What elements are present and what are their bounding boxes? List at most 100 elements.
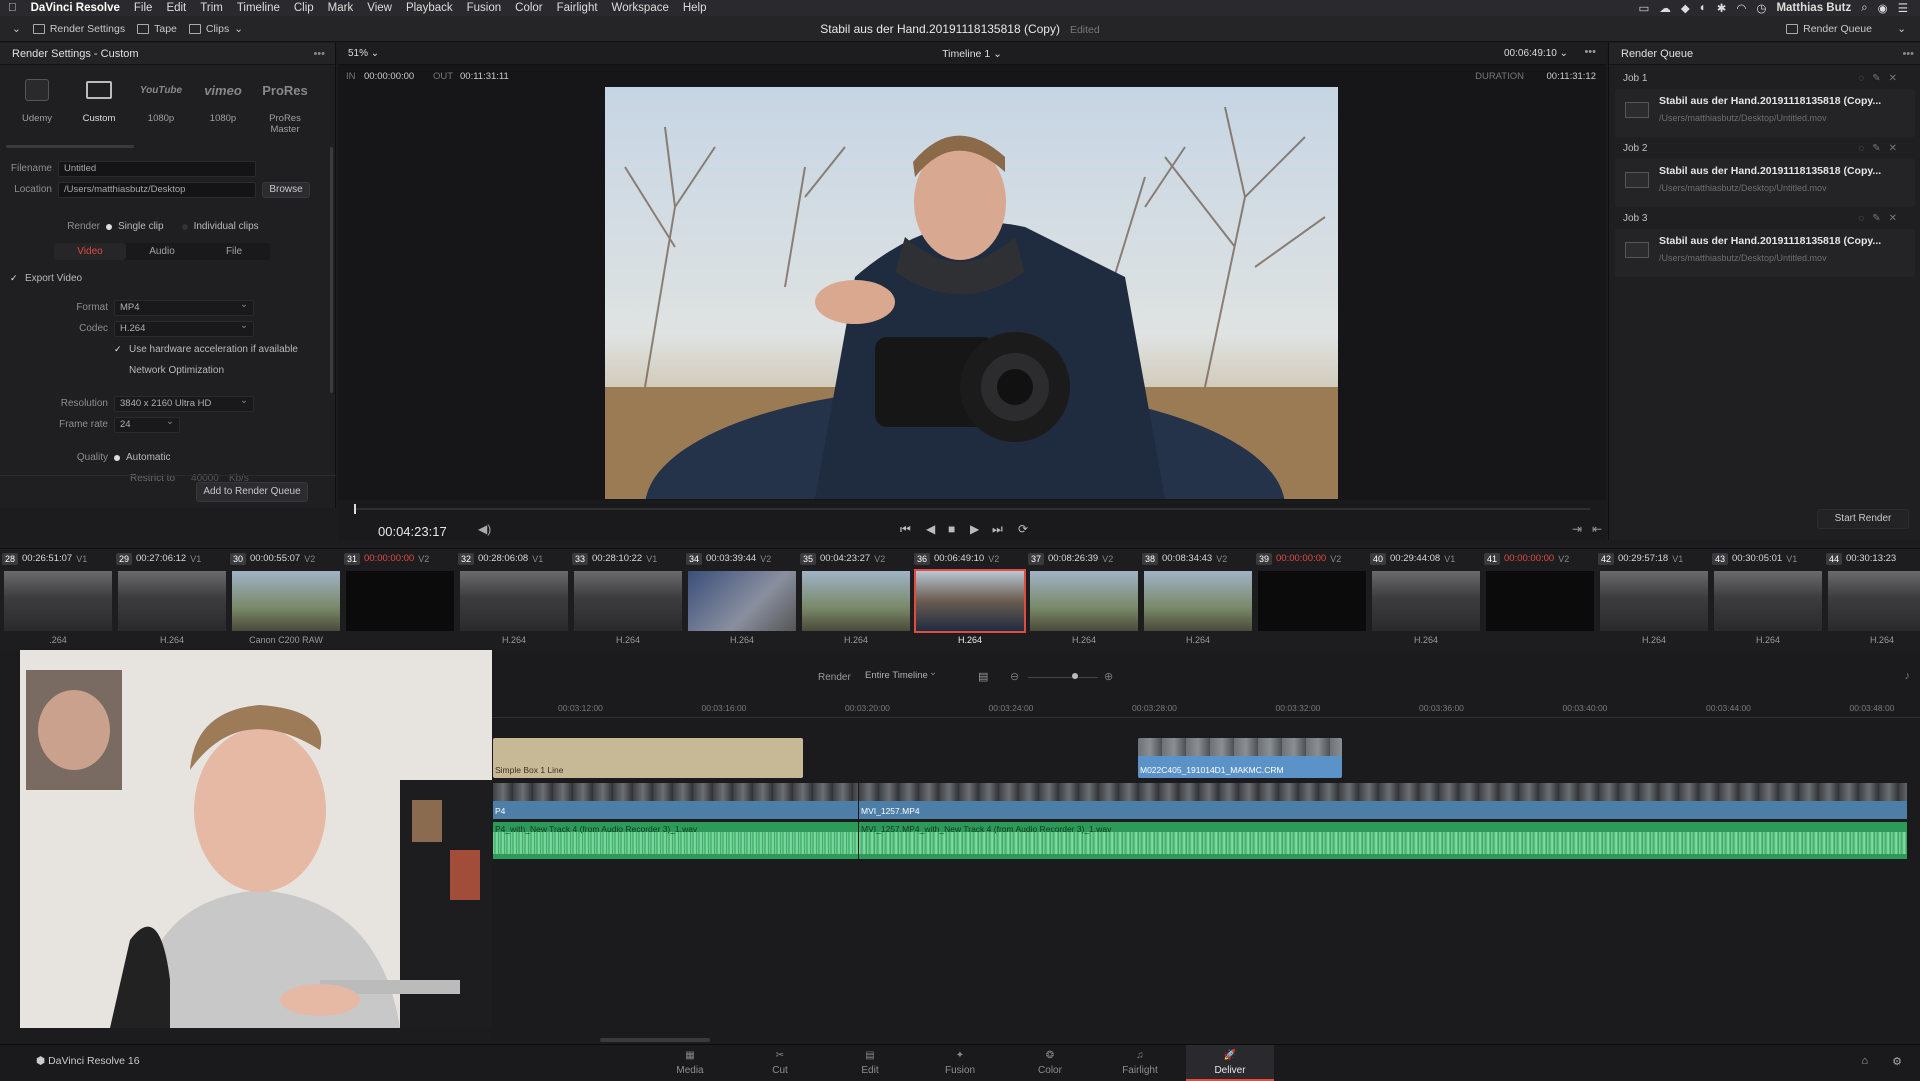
jump-end-icon[interactable]: ⏭ [992, 522, 1003, 537]
clip-thumbnail[interactable]: 30 00:00:55:07 V2 Canon C200 RAW [228, 549, 342, 651]
clip-thumbnail[interactable]: 35 00:04:23:27 V2 H.264 [798, 549, 912, 651]
bluetooth-icon[interactable]: ✱ [1717, 1, 1727, 15]
framerate-select[interactable]: 24 [114, 415, 180, 433]
menu-view[interactable]: View [367, 2, 392, 14]
mark-in-icon[interactable]: ⇤ [1592, 522, 1602, 536]
browse-button[interactable]: Browse [262, 181, 310, 198]
render-job[interactable]: Job 1 Stabil aus der Hand.20191118135818… [1615, 69, 1915, 139]
menu-edit[interactable]: Edit [166, 2, 186, 14]
page-media[interactable]: ▦ Media [646, 1045, 734, 1081]
a1-clip-a[interactable]: P4_with_New Track 4 (from Audio Recorder… [493, 822, 858, 859]
settings-icon[interactable]: ⚙ [1892, 1055, 1902, 1068]
clip-thumbnail[interactable]: 32 00:28:06:08 V1 H.264 [456, 549, 570, 651]
more-options-icon[interactable]: ••• [313, 43, 325, 65]
viewer-timecode[interactable]: 00:06:49:10 ⌄ [1504, 48, 1568, 59]
close-icon[interactable]: ✕ [1889, 143, 1905, 154]
menu-app-name[interactable]: DaVinci Resolve [31, 2, 120, 14]
menu-playback[interactable]: Playback [406, 2, 453, 14]
out-timecode[interactable]: 00:11:31:11 [460, 71, 509, 82]
menu-color[interactable]: Color [515, 2, 542, 14]
play-icon[interactable]: ▶ [970, 522, 979, 536]
clip-thumbnail[interactable]: 38 00:08:34:43 V2 H.264 [1140, 549, 1254, 651]
queue-options-icon[interactable]: ••• [1902, 43, 1914, 65]
render-job[interactable]: Job 3 Stabil aus der Hand.20191118135818… [1615, 209, 1915, 279]
clip-thumbnail[interactable]: 31 00:00:00:00 V2 [342, 549, 456, 651]
v1-clip-a[interactable]: P4 [493, 783, 858, 819]
resolution-select[interactable]: 3840 x 2160 Ultra HD [114, 394, 254, 412]
preset-youtube[interactable]: YouTube 1080p [130, 75, 192, 135]
page-fusion[interactable]: ✦ Fusion [916, 1045, 1004, 1081]
edit-icon[interactable]: ✎ [1872, 73, 1888, 84]
menu-help[interactable]: Help [683, 2, 707, 14]
stop-icon[interactable]: ■ [948, 522, 955, 536]
menu-clip[interactable]: Clip [294, 2, 314, 14]
add-to-render-queue-button[interactable]: Add to Render Queue [196, 482, 308, 502]
clip-thumbnail[interactable]: 29 00:27:06:12 V1 H.264 [114, 549, 228, 651]
zoom-slider-knob[interactable] [1072, 673, 1078, 679]
clip-thumbnail[interactable]: 34 00:03:39:44 V2 H.264 [684, 549, 798, 651]
preview-icon[interactable]: ◌ [1858, 213, 1872, 224]
viewer-options-icon[interactable]: ••• [1584, 46, 1596, 58]
job-body[interactable]: Stabil aus der Hand.20191118135818 (Copy… [1615, 89, 1915, 137]
loop-icon[interactable]: ⟳ [1018, 522, 1028, 536]
a1-clip-b[interactable]: MVI_1257.MP4_with_New Track 4 (from Audi… [859, 822, 1907, 859]
mark-out-icon[interactable]: ⇥ [1572, 522, 1582, 536]
single-clip-radio[interactable] [106, 223, 112, 230]
export-video-checkbox[interactable]: ✓ [10, 274, 19, 283]
page-cut[interactable]: ✂ Cut [736, 1045, 824, 1081]
timeline-view-icon[interactable]: ▤ [978, 670, 988, 683]
playhead[interactable] [354, 504, 356, 514]
render-queue-toggle[interactable]: Render Queue [1786, 23, 1872, 35]
tab-file[interactable]: File [198, 243, 270, 260]
page-deliver[interactable]: 🚀 Deliver [1186, 1045, 1274, 1081]
clips-toggle[interactable]: Clips ⌄ [188, 23, 243, 35]
clip-thumbnail[interactable]: 42 00:29:57:18 V1 H.264 [1596, 549, 1710, 651]
location-field[interactable]: /Users/matthiasbutz/Desktop [58, 181, 256, 198]
job-body[interactable]: Stabil aus der Hand.20191118135818 (Copy… [1615, 159, 1915, 207]
video-frame[interactable] [605, 87, 1338, 499]
job-body[interactable]: Stabil aus der Hand.20191118135818 (Copy… [1615, 229, 1915, 277]
reverse-icon[interactable]: ◀ [926, 522, 935, 536]
render-scope-select[interactable]: Entire Timeline [860, 666, 942, 685]
preset-udemy[interactable]: Udemy [6, 75, 68, 135]
jump-start-icon[interactable]: ⏮ [900, 522, 911, 537]
render-settings-toggle[interactable]: Render Settings [32, 23, 125, 35]
volume-icon[interactable]: ◀) [478, 522, 491, 536]
close-icon[interactable]: ✕ [1889, 213, 1905, 224]
cloud-icon[interactable]: ☁ [1659, 1, 1671, 15]
spotlight-icon[interactable]: ⌕ [1861, 2, 1867, 15]
sidebar-toggle-icon[interactable]: ⌄ [12, 23, 21, 35]
menu-file[interactable]: File [134, 2, 153, 14]
timeline-ruler[interactable]: 00:03:12:00 00:03:16:00 00:03:20:00 00:03:2… [490, 696, 1920, 718]
clip-thumbnail[interactable]: 41 00:00:00:00 V2 [1482, 549, 1596, 651]
start-render-button[interactable]: Start Render [1817, 509, 1909, 529]
menu-trim[interactable]: Trim [200, 2, 223, 14]
menu-mark[interactable]: Mark [328, 2, 354, 14]
menu-fairlight[interactable]: Fairlight [557, 2, 598, 14]
v2-clip[interactable]: M022C405_191014D1_MAKMC.CRM [1138, 738, 1342, 778]
page-fairlight[interactable]: ♫ Fairlight [1096, 1045, 1184, 1081]
tape-toggle[interactable]: Tape [137, 23, 177, 35]
title-clip[interactable]: Simple Box 1 Line [493, 738, 803, 778]
menubar-user[interactable]: Matthias Butz [1776, 2, 1851, 14]
page-edit[interactable]: ▤ Edit [826, 1045, 914, 1081]
timeline-scrollbar[interactable] [600, 1038, 710, 1042]
edit-icon[interactable]: ✎ [1872, 213, 1888, 224]
render-job[interactable]: Job 2 Stabil aus der Hand.20191118135818… [1615, 139, 1915, 209]
close-icon[interactable]: ✕ [1889, 73, 1905, 84]
clip-thumbnail[interactable]: 43 00:30:05:01 V1 H.264 [1710, 549, 1824, 651]
zoom-in-icon[interactable]: ⊕ [1104, 670, 1113, 683]
page-color[interactable]: ❂ Color [1006, 1045, 1094, 1081]
filename-field[interactable]: Untitled [58, 160, 256, 177]
preview-icon[interactable]: ◌ [1858, 73, 1872, 84]
clip-thumbnail[interactable]: 33 00:28:10:22 V1 H.264 [570, 549, 684, 651]
format-select[interactable]: MP4 [114, 298, 254, 316]
preset-vimeo[interactable]: vimeo 1080p [192, 75, 254, 135]
menu-fusion[interactable]: Fusion [467, 2, 502, 14]
audio-meter-icon[interactable]: ♪ [1905, 670, 1911, 682]
clip-thumbnail[interactable]: 37 00:08:26:39 V2 H.264 [1026, 549, 1140, 651]
edit-icon[interactable]: ✎ [1872, 143, 1888, 154]
v1-clip-b[interactable]: MVI_1257.MP4 [859, 783, 1907, 819]
preset-prores[interactable]: ProRes ProRes Master [254, 75, 316, 136]
wifi-icon[interactable]: ◠ [1736, 1, 1746, 15]
